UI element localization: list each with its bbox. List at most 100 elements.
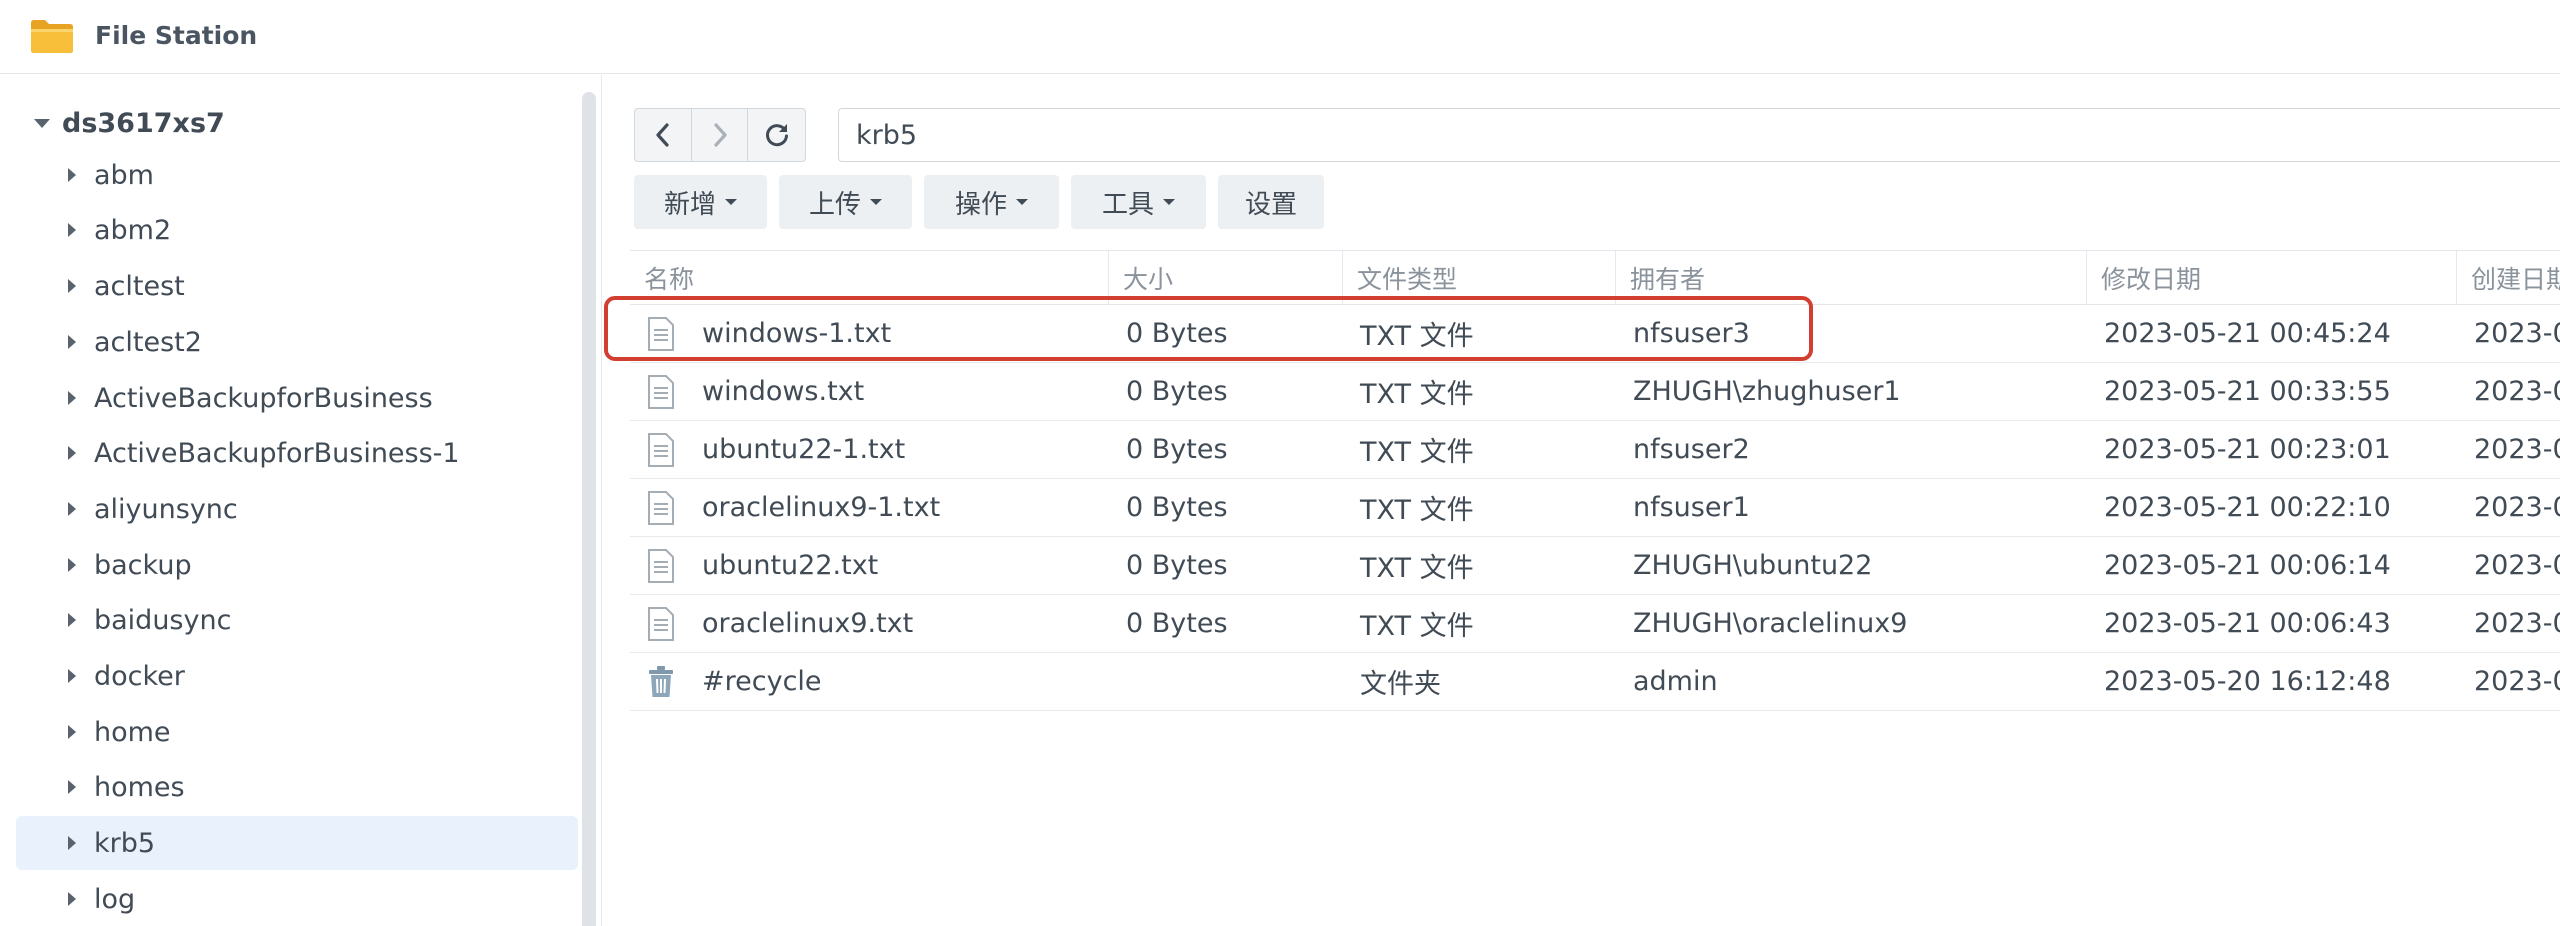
sidebar-item-homes[interactable]: homes [16,760,578,814]
caret-right-icon[interactable] [68,892,76,906]
chevron-right-icon [713,123,727,147]
forward-button[interactable] [692,109,749,161]
caret-right-icon[interactable] [68,446,76,460]
column-header-created[interactable]: 创建日期 [2456,251,2560,304]
caret-down-icon [725,199,737,205]
column-header-modified[interactable]: 修改日期 [2086,251,2456,304]
file-type: TXT 文件 [1360,495,1474,526]
action-button[interactable]: 操作 [924,175,1059,229]
file-owner: ZHUGH\zhughuser1 [1633,376,1901,407]
sidebar-item-acltest2[interactable]: acltest2 [16,315,578,369]
caret-right-icon[interactable] [68,279,76,293]
file-modified: 2023-05-21 00:06:43 [2104,608,2391,639]
upload-button[interactable]: 上传 [779,175,912,229]
caret-right-icon[interactable] [68,558,76,572]
file-type: 文件夹 [1360,669,1441,700]
table-row[interactable]: #recycle 文件夹 admin 2023-05-20 16:12:48 2… [630,653,2560,711]
sidebar-item-label: acltest [94,270,185,302]
file-type: TXT 文件 [1360,379,1474,410]
sidebar: ds3617xs7 abm abm2 acltest acltest2 Acti… [0,75,602,926]
sidebar-item-home[interactable]: home [16,705,578,759]
file-size: 0 Bytes [1126,318,1228,349]
sidebar-scrollbar[interactable] [582,92,596,926]
file-created: 2023-0 [2474,492,2560,523]
sidebar-item-backup[interactable]: backup [16,538,578,592]
sidebar-item-abm[interactable]: abm [16,148,578,202]
file-modified: 2023-05-21 00:22:10 [2104,492,2391,523]
sidebar-item-docker[interactable]: docker [16,649,578,703]
text-file-icon [648,317,674,351]
sidebar-item-label: abm2 [94,214,172,246]
text-file-icon [648,607,674,641]
path-input[interactable]: krb5 [838,108,2560,162]
sidebar-item-activebackupforbusiness[interactable]: ActiveBackupforBusiness [16,371,578,425]
sidebar-item-label: log [94,883,136,915]
caret-right-icon[interactable] [68,502,76,516]
file-modified: 2023-05-20 16:12:48 [2104,666,2391,697]
tools-button[interactable]: 工具 [1071,175,1206,229]
refresh-button[interactable] [748,109,805,161]
file-created: 2023-0 [2474,434,2560,465]
file-size: 0 Bytes [1126,434,1228,465]
caret-right-icon[interactable] [68,669,76,683]
file-name: windows.txt [702,376,865,407]
sidebar-item-acltest[interactable]: acltest [16,259,578,313]
sidebar-item-baidusync[interactable]: baidusync [16,593,578,647]
table-row[interactable]: windows-1.txt 0 Bytes TXT 文件 nfsuser3 20… [630,305,2560,363]
table-row[interactable]: ubuntu22-1.txt 0 Bytes TXT 文件 nfsuser2 2… [630,421,2560,479]
file-type: TXT 文件 [1360,437,1474,468]
caret-right-icon[interactable] [68,836,76,850]
app-title: File Station [95,21,258,50]
file-name: oraclelinux9.txt [702,608,914,639]
file-size: 0 Bytes [1126,492,1228,523]
column-header-name[interactable]: 名称 [630,251,1108,304]
file-modified: 2023-05-21 00:23:01 [2104,434,2391,465]
back-button[interactable] [635,109,692,161]
text-file-icon [648,491,674,525]
path-text: krb5 [856,119,918,151]
sidebar-item-label: docker [94,660,185,692]
file-created: 2023-0 [2474,608,2560,639]
recycle-bin-icon [649,666,673,697]
column-header-owner[interactable]: 拥有者 [1615,251,2086,304]
caret-down-icon [870,199,882,205]
file-size: 0 Bytes [1126,608,1228,639]
file-created: 2023-0 [2474,376,2560,407]
caret-right-icon[interactable] [68,223,76,237]
file-owner: nfsuser1 [1633,492,1750,523]
toolbar: 新增 上传 操作 工具 设置 [634,175,1324,229]
sidebar-item-activebackupforbusiness-1[interactable]: ActiveBackupforBusiness-1 [16,426,578,480]
column-header-type[interactable]: 文件类型 [1342,251,1615,304]
tools-button-label: 工具 [1101,189,1154,220]
sidebar-item-krb5[interactable]: krb5 [16,816,578,870]
folder-icon [31,20,73,53]
sidebar-item-label: aliyunsync [94,493,238,525]
table-row[interactable]: ubuntu22.txt 0 Bytes TXT 文件 ZHUGH\ubuntu… [630,537,2560,595]
settings-button[interactable]: 设置 [1218,175,1324,229]
caret-right-icon[interactable] [68,335,76,349]
sidebar-item-label: homes [94,771,185,803]
file-name: ubuntu22.txt [702,550,879,581]
caret-right-icon[interactable] [68,613,76,627]
table-row[interactable]: windows.txt 0 Bytes TXT 文件 ZHUGH\zhughus… [630,363,2560,421]
table-row[interactable]: oraclelinux9-1.txt 0 Bytes TXT 文件 nfsuse… [630,479,2560,537]
caret-right-icon[interactable] [68,725,76,739]
caret-right-icon[interactable] [68,391,76,405]
sidebar-item-label: acltest2 [94,326,202,358]
sidebar-item-label: home [94,716,171,748]
new-button[interactable]: 新增 [634,175,767,229]
sidebar-item-log[interactable]: log [16,872,578,926]
sidebar-item-label: krb5 [94,827,156,859]
sidebar-item-abm2[interactable]: abm2 [16,203,578,257]
settings-button-label: 设置 [1244,189,1297,220]
caret-right-icon[interactable] [68,168,76,182]
file-modified: 2023-05-21 00:45:24 [2104,318,2391,349]
table-row[interactable]: oraclelinux9.txt 0 Bytes TXT 文件 ZHUGH\or… [630,595,2560,653]
column-header-size[interactable]: 大小 [1108,251,1342,304]
caret-right-icon[interactable] [68,780,76,794]
sidebar-item-label: backup [94,549,192,581]
text-file-icon [648,375,674,409]
sidebar-item-label: abm [94,159,154,191]
text-file-icon [648,433,674,467]
sidebar-item-aliyunsync[interactable]: aliyunsync [16,482,578,536]
